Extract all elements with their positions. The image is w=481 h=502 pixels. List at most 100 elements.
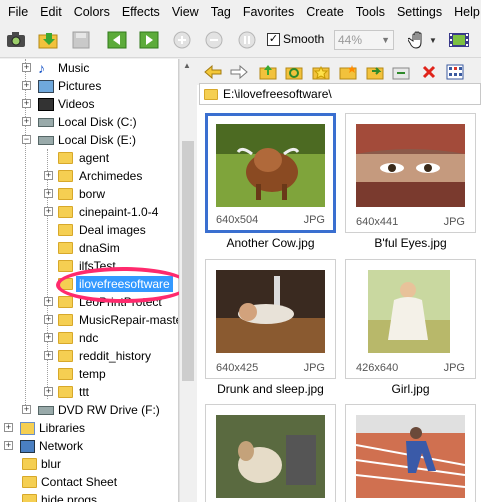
menu-file[interactable]: File bbox=[2, 0, 34, 24]
tree-item-dvd-drive[interactable]: + DVD RW Drive (F:) bbox=[22, 401, 160, 419]
expand-icon[interactable]: + bbox=[4, 423, 13, 432]
tree-item-music[interactable]: + ♪ Music bbox=[22, 59, 89, 77]
new-folder-icon[interactable] bbox=[338, 62, 358, 82]
tree-item-blur[interactable]: blur bbox=[22, 455, 61, 473]
expand-icon[interactable]: + bbox=[22, 99, 31, 108]
tree-label: reddit_history bbox=[79, 349, 152, 363]
fit-icon[interactable] bbox=[236, 29, 258, 51]
tree-item-local-disk-e[interactable]: − Local Disk (E:) bbox=[22, 131, 136, 149]
save-icon[interactable] bbox=[70, 29, 92, 51]
back-icon[interactable] bbox=[203, 62, 223, 82]
move-to-icon[interactable] bbox=[391, 62, 411, 82]
smooth-checkbox[interactable]: ✓ Smooth bbox=[267, 32, 324, 46]
menu-help[interactable]: Help bbox=[448, 0, 481, 24]
thumbnail-card[interactable]: 640x441 JPG bbox=[345, 113, 476, 233]
prev-image-icon[interactable] bbox=[106, 29, 128, 51]
tree-item-videos[interactable]: + Videos bbox=[22, 95, 94, 113]
menu-effects[interactable]: Effects bbox=[116, 0, 166, 24]
expand-icon[interactable]: + bbox=[44, 189, 53, 198]
open-folder-icon[interactable] bbox=[37, 29, 59, 51]
hand-dropdown-icon[interactable]: ▼ bbox=[428, 29, 438, 51]
tree-item-temp[interactable]: temp bbox=[58, 365, 106, 383]
collapse-icon[interactable]: − bbox=[22, 135, 31, 144]
tree-item-dnasim[interactable]: dnaSim bbox=[58, 239, 120, 257]
menu-colors[interactable]: Colors bbox=[68, 0, 116, 24]
zoom-combo[interactable]: 44% ▼ bbox=[334, 30, 394, 50]
tree-item-cinepaint[interactable]: + cinepaint-1.0-4 bbox=[44, 203, 158, 221]
image-dimensions: 640x425 bbox=[216, 362, 259, 374]
zoom-out-icon[interactable] bbox=[203, 29, 225, 51]
thumbnail-view-icon[interactable] bbox=[445, 62, 465, 82]
tree-item-network[interactable]: + Network bbox=[4, 437, 83, 455]
image-dimensions: 640x504 bbox=[216, 214, 259, 226]
favorite-icon[interactable] bbox=[311, 62, 331, 82]
filmstrip-icon[interactable] bbox=[448, 29, 470, 51]
menu-settings[interactable]: Settings bbox=[391, 0, 448, 24]
hand-icon[interactable] bbox=[407, 29, 429, 51]
tree-item-hide-progs[interactable]: hide progs bbox=[22, 491, 97, 502]
folder-icon bbox=[58, 242, 73, 254]
expand-icon[interactable]: + bbox=[44, 333, 53, 342]
thumbnail-card[interactable] bbox=[205, 404, 336, 502]
expand-icon[interactable]: + bbox=[44, 315, 53, 324]
expand-icon[interactable]: + bbox=[44, 207, 53, 216]
thumbnail-card[interactable]: 640x425 JPG bbox=[205, 259, 336, 379]
menu-create[interactable]: Create bbox=[300, 0, 350, 24]
scrollbar-thumb[interactable] bbox=[182, 141, 194, 381]
expand-icon[interactable]: + bbox=[44, 297, 53, 306]
up-folder-icon[interactable] bbox=[258, 62, 278, 82]
folder-icon bbox=[58, 350, 73, 362]
expand-icon[interactable]: + bbox=[22, 117, 31, 126]
tree-item-ttt[interactable]: + ttt bbox=[44, 383, 89, 401]
delete-icon[interactable] bbox=[419, 62, 439, 82]
expand-icon[interactable]: + bbox=[22, 405, 31, 414]
thumbnail-card[interactable]: 426x640 JPG bbox=[345, 259, 476, 379]
thumbnail-image-drunk bbox=[216, 270, 325, 353]
menu-favorites[interactable]: Favorites bbox=[237, 0, 300, 24]
expand-icon[interactable]: + bbox=[22, 81, 31, 90]
menu-tools[interactable]: Tools bbox=[350, 0, 391, 24]
expand-icon[interactable]: + bbox=[44, 351, 53, 360]
tree-item-agent[interactable]: agent bbox=[58, 149, 109, 167]
menu-view[interactable]: View bbox=[166, 0, 205, 24]
camera-icon[interactable] bbox=[5, 29, 27, 51]
tree-item-ndc[interactable]: + ndc bbox=[44, 329, 99, 347]
expand-icon[interactable]: + bbox=[44, 387, 53, 396]
smooth-check-box[interactable]: ✓ bbox=[267, 32, 280, 46]
next-image-icon[interactable] bbox=[138, 29, 160, 51]
zoom-in-icon[interactable] bbox=[171, 29, 193, 51]
copy-to-icon[interactable] bbox=[365, 62, 385, 82]
menu-tag[interactable]: Tag bbox=[205, 0, 237, 24]
forward-icon[interactable] bbox=[229, 62, 249, 82]
thumbnail-card-selected[interactable]: 640x504 JPG bbox=[205, 113, 336, 233]
tree-item-deal-images[interactable]: Deal images bbox=[58, 221, 146, 239]
tree-label: Pictures bbox=[58, 79, 102, 93]
menu-edit[interactable]: Edit bbox=[34, 0, 68, 24]
smooth-label: Smooth bbox=[283, 32, 325, 46]
tree-item-libraries[interactable]: + Libraries bbox=[4, 419, 85, 437]
scroll-up-icon[interactable]: ▲ bbox=[183, 61, 191, 70]
address-bar[interactable]: E:\ilovefreesoftware\ bbox=[199, 83, 481, 105]
expand-icon[interactable]: + bbox=[4, 441, 13, 450]
expand-icon[interactable]: + bbox=[22, 63, 31, 72]
tree-item-musicrepair[interactable]: + MusicRepair-master bbox=[44, 311, 178, 329]
tree-item-archimedes[interactable]: + Archimedes bbox=[44, 167, 142, 185]
tree-label: ndc bbox=[79, 331, 99, 345]
image-dimensions: 640x441 bbox=[356, 216, 399, 228]
tree-item-borw[interactable]: + borw bbox=[44, 185, 105, 203]
tree-label: hide progs bbox=[41, 493, 98, 502]
drive-icon bbox=[38, 135, 54, 145]
folder-icon bbox=[58, 152, 73, 164]
tree-item-pictures[interactable]: + Pictures bbox=[22, 77, 101, 95]
folder-icon bbox=[58, 170, 73, 182]
thumbnail-caption: B'ful Eyes.jpg bbox=[374, 236, 447, 250]
refresh-icon[interactable] bbox=[284, 62, 304, 82]
image-dimensions: 426x640 bbox=[356, 362, 399, 374]
thumbnail-card[interactable] bbox=[345, 404, 476, 502]
tree-item-reddit-history[interactable]: + reddit_history bbox=[44, 347, 152, 365]
image-type: JPG bbox=[303, 362, 325, 374]
expand-icon[interactable]: + bbox=[44, 171, 53, 180]
tree-item-local-disk-c[interactable]: + Local Disk (C:) bbox=[22, 113, 137, 131]
tree-scrollbar[interactable]: ▲ bbox=[179, 59, 196, 502]
tree-item-contact-sheet[interactable]: Contact Sheet bbox=[22, 473, 117, 491]
